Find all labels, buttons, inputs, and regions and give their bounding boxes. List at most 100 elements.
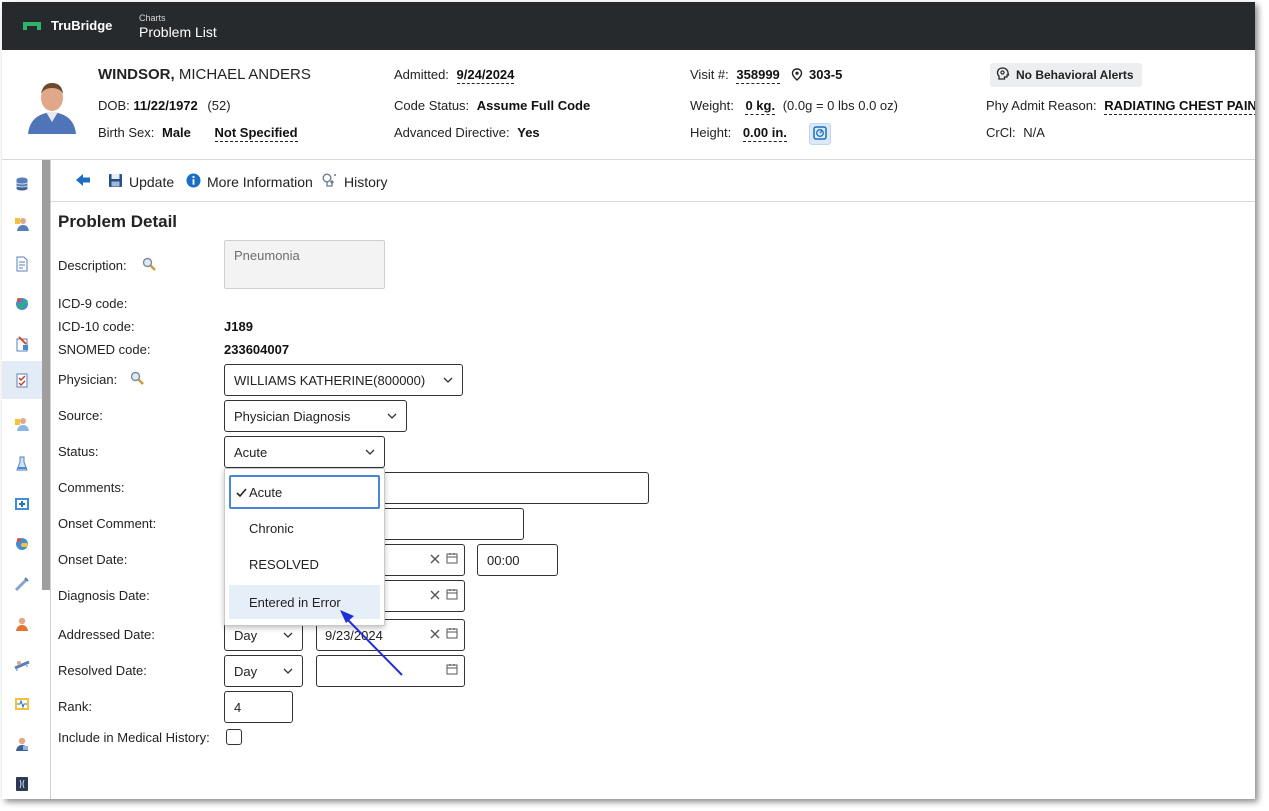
crcl-value: N/A [1023, 125, 1045, 140]
rail-medical-plus-icon[interactable] [12, 494, 32, 514]
status-option-resolved[interactable]: RESOLVED [229, 547, 380, 581]
behavioral-alerts-badge[interactable]: No Behavioral Alerts [990, 63, 1142, 87]
rail-globe-pill-icon[interactable] [12, 534, 32, 554]
more-information-button[interactable]: More Information [186, 173, 313, 191]
status-option-entered-in-error[interactable]: Entered in Error [229, 585, 380, 619]
resolved-date-label: Resolved Date: [58, 663, 147, 678]
resolved-date-controls [446, 663, 458, 678]
birth-sex-label: Birth Sex: [98, 125, 155, 140]
save-disk-icon [108, 173, 129, 191]
icd9-label: ICD-9 code: [58, 296, 128, 311]
rank-input[interactable]: 4 [224, 691, 293, 723]
onset-comment-label: Onset Comment: [58, 516, 157, 531]
brand-logo[interactable]: TruBridge [22, 18, 112, 33]
age-value: (52) [207, 98, 231, 113]
rail-nurse-icon[interactable] [12, 414, 32, 434]
description-label: Description: [58, 258, 127, 273]
status-select[interactable]: Acute [224, 436, 385, 468]
rail-person-icon[interactable] [12, 614, 32, 634]
update-label: Update [129, 174, 175, 190]
chevron-down-icon [365, 447, 375, 457]
rail-syringe-icon[interactable] [12, 574, 32, 594]
rail-provider-icon[interactable] [12, 734, 32, 754]
rail-database-icon[interactable] [12, 174, 32, 194]
rank-label: Rank: [58, 699, 92, 714]
history-stethoscope-icon [322, 173, 344, 191]
behavioral-alerts-text: No Behavioral Alerts [1016, 68, 1134, 82]
calendar-icon[interactable] [446, 588, 458, 603]
clear-x-icon[interactable] [430, 627, 440, 642]
visit-value[interactable]: 358999 [736, 67, 780, 84]
crcl-label: CrCl: [986, 125, 1016, 140]
update-button[interactable]: Update [108, 173, 174, 191]
source-select[interactable]: Physician Diagnosis [224, 400, 407, 432]
physician-select[interactable]: WILLIAMS KATHERINE(800000) [224, 364, 463, 396]
patient-last-name: WINDSOR, [98, 66, 175, 83]
weight-note: (0.0g = 0 lbs 0.0 oz) [782, 98, 898, 113]
weight-value[interactable]: 0 kg. [745, 98, 776, 115]
chevron-down-icon [283, 630, 293, 640]
gender-identity-link[interactable]: Not Specified [214, 125, 298, 142]
rank-value: 4 [234, 699, 242, 715]
height-label: Height: [690, 125, 732, 140]
back-arrow-icon [75, 173, 97, 190]
admit-reason-value[interactable]: RADIATING CHEST PAIN [1104, 98, 1255, 115]
snomed-value: 233604007 [224, 342, 290, 357]
snomed-label: SNOMED code: [58, 342, 151, 357]
scale-icon [813, 125, 827, 143]
rail-xray-icon[interactable] [12, 774, 32, 794]
admitted-label: Admitted: [394, 67, 449, 82]
history-button[interactable]: History [322, 173, 388, 191]
back-button[interactable] [75, 173, 97, 190]
weight-scale-button[interactable] [809, 123, 831, 145]
rail-flask-icon[interactable] [12, 454, 32, 474]
calendar-icon[interactable] [446, 552, 458, 567]
include-history-checkbox[interactable] [226, 729, 242, 745]
dob-value: 11/22/1972 [133, 98, 198, 113]
source-label: Source: [58, 408, 103, 423]
advanced-directive-label: Advanced Directive: [394, 125, 510, 140]
addressed-date-controls [430, 627, 458, 642]
resolved-precision-value: Day [234, 663, 258, 679]
patient-name: WINDSOR, MICHAEL ANDERS [98, 66, 311, 83]
resolved-date-input[interactable] [316, 655, 465, 687]
page-title: Problem List [139, 24, 217, 40]
advanced-directive-value: Yes [517, 125, 540, 140]
height-value[interactable]: 0.00 in. [742, 125, 787, 142]
rail-orders-icon[interactable] [12, 334, 32, 354]
status-option-acute[interactable]: Acute [229, 475, 380, 509]
chevron-down-icon [387, 411, 397, 421]
crcl-field: CrCl: N/A [986, 125, 1045, 140]
chevron-down-icon [443, 375, 453, 385]
rail-document-icon[interactable] [12, 254, 32, 274]
rail-bed-icon[interactable] [12, 654, 32, 674]
clear-x-icon[interactable] [430, 588, 440, 603]
rail-globe-check-icon[interactable] [12, 294, 32, 314]
rail-doctor-icon[interactable] [12, 214, 32, 234]
description-field: Pneumonia [224, 240, 385, 289]
status-option-label: Entered in Error [249, 594, 341, 610]
more-information-label: More Information [207, 174, 313, 190]
status-option-chronic[interactable]: Chronic [229, 511, 380, 545]
dob-label: DOB: [98, 98, 130, 113]
addressed-date-value: 9/23/2024 [325, 627, 383, 643]
rail-problem-list-icon[interactable] [2, 361, 42, 399]
icd10-label: ICD-10 code: [58, 319, 135, 334]
rail-vitals-icon[interactable] [12, 694, 32, 714]
room-value: 303-5 [809, 67, 843, 82]
calendar-icon[interactable] [446, 627, 458, 642]
clear-x-icon[interactable] [430, 552, 440, 567]
comments-label: Comments: [58, 480, 125, 495]
description-search-icon[interactable] [142, 257, 156, 274]
breadcrumb-parent[interactable]: Charts [139, 13, 166, 23]
visit-field: Visit #: 358999 303-5 [690, 67, 842, 84]
onset-time-input[interactable]: 00:00 [477, 544, 558, 576]
admit-reason-field: Phy Admit Reason: RADIATING CHEST PAIN [986, 98, 1255, 115]
problem-detail-heading: Problem Detail [58, 212, 178, 231]
calendar-icon[interactable] [446, 663, 458, 678]
resolved-precision-select[interactable]: Day [224, 655, 303, 687]
brand-name: TruBridge [51, 18, 113, 33]
admitted-value[interactable]: 9/24/2024 [456, 67, 515, 84]
physician-search-icon[interactable] [130, 371, 144, 388]
checkmark-icon [236, 486, 247, 501]
